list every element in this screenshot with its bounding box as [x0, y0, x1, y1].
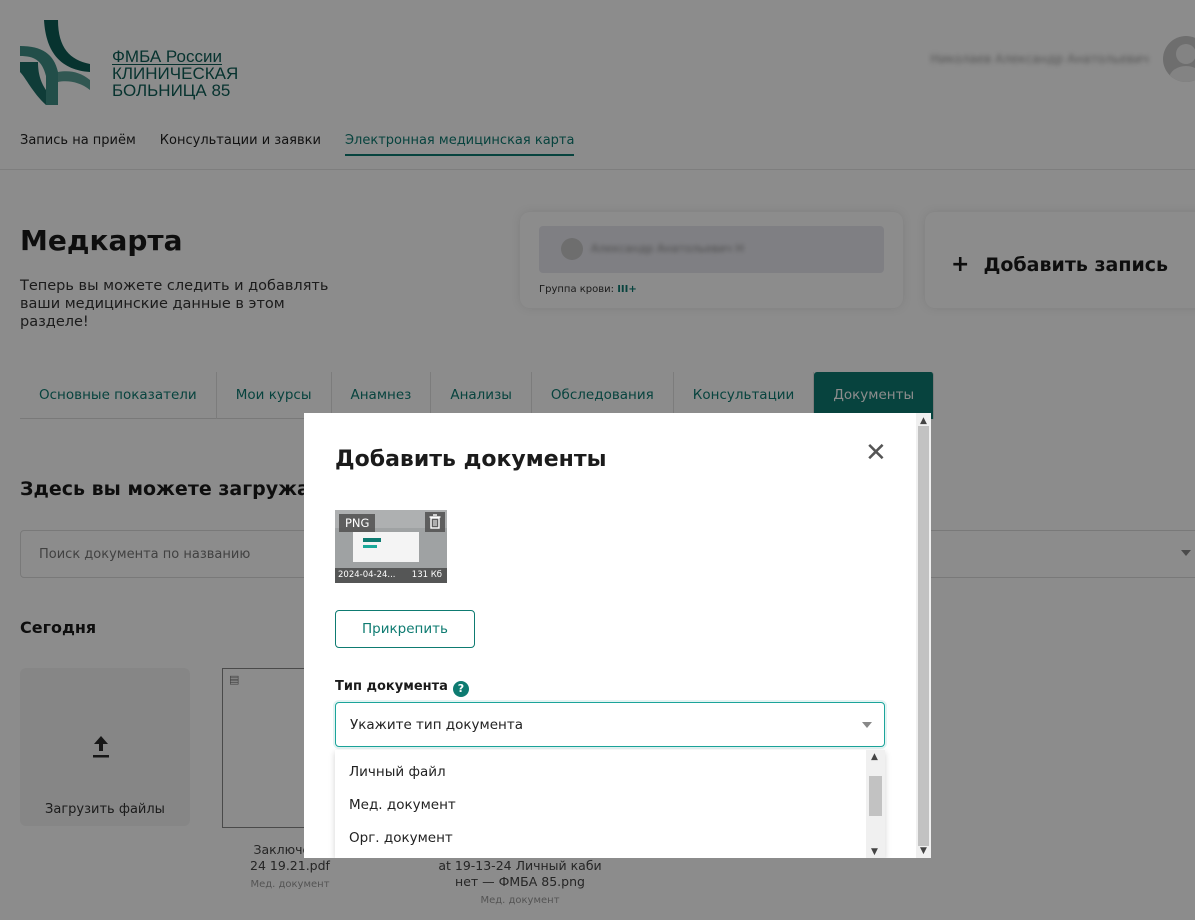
dropdown-scrollbar[interactable]: ▲ ▼ — [866, 750, 885, 858]
option-medical-document[interactable]: Мед. документ — [335, 789, 863, 821]
document-type-label: Тип документа? — [335, 679, 469, 697]
select-placeholder: Укажите тип документа — [350, 717, 523, 733]
scroll-down-icon[interactable]: ▼ — [920, 846, 927, 856]
modal-scrollbar[interactable]: ▲ ▼ — [916, 413, 931, 858]
trash-icon[interactable] — [425, 512, 445, 532]
help-icon[interactable]: ? — [452, 681, 469, 697]
option-personal-file[interactable]: Личный файл — [335, 756, 863, 788]
close-icon[interactable]: ✕ — [865, 440, 887, 466]
attachment-file-name: 2024-04-24... — [338, 570, 396, 580]
option-org-document[interactable]: Орг. документ — [335, 822, 863, 854]
scroll-thumb[interactable] — [869, 776, 882, 816]
attachment-file-size: 131 Кб — [411, 570, 442, 580]
document-type-select[interactable]: Укажите тип документа — [335, 702, 885, 747]
scroll-up-icon[interactable]: ▲ — [871, 752, 878, 762]
chevron-down-icon — [862, 722, 872, 728]
file-type-badge: PNG — [339, 514, 376, 532]
scroll-down-icon[interactable]: ▼ — [871, 847, 878, 857]
attach-button[interactable]: Прикрепить — [335, 610, 475, 648]
scroll-up-icon[interactable]: ▲ — [920, 416, 927, 426]
modal-title: Добавить документы — [335, 447, 607, 472]
document-type-dropdown: Личный файл Мед. документ Орг. документ … — [335, 750, 885, 858]
add-documents-modal: Добавить документы ✕ PNG 2024-04-24... 1… — [304, 413, 931, 858]
attachment-thumbnail[interactable]: PNG 2024-04-24... 131 Кб — [335, 510, 447, 583]
attachment-meta: 2024-04-24... 131 Кб — [335, 568, 447, 583]
scroll-thumb[interactable] — [918, 426, 929, 846]
